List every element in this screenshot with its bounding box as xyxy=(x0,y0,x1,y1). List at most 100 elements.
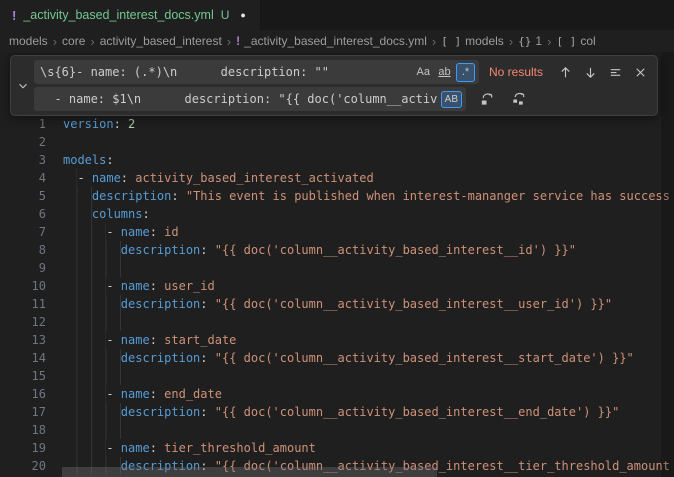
breadcrumb-item[interactable]: [ ]col xyxy=(556,34,595,48)
code-line: 2 xyxy=(0,133,674,151)
breadcrumb-label: 1 xyxy=(535,34,542,48)
line-number: 7 xyxy=(0,223,63,241)
breadcrumb-item[interactable]: models xyxy=(9,34,48,48)
replace-button[interactable] xyxy=(476,89,496,109)
code-line: 15 xyxy=(0,367,674,385)
code-line: 9 xyxy=(0,259,674,277)
horizontal-scrollbar[interactable] xyxy=(62,467,437,477)
replace-value-text: - name: $1\n description: "{{ doc('colum… xyxy=(40,92,437,106)
preserve-case-toggle[interactable]: AB xyxy=(441,91,462,108)
breadcrumb-label: core xyxy=(62,34,85,48)
line-number: 10 xyxy=(0,277,63,295)
code-line: 4- name: activity_based_interest_activat… xyxy=(0,169,674,187)
code-line-content: models: xyxy=(63,151,674,169)
code-line-content xyxy=(63,133,674,151)
tab-title: _activity_based_interest_docs.yml xyxy=(23,8,213,22)
breadcrumb: models › core › activity_based_interest › !_ac… xyxy=(0,30,674,52)
line-number: 8 xyxy=(0,241,63,259)
symbol-array-icon: [ ] xyxy=(441,35,461,48)
breadcrumb-label: activity_based_interest xyxy=(100,34,222,48)
code-line-content: description: "{{ doc('column__activity_b… xyxy=(63,295,674,313)
replace-input[interactable]: - name: $1\n description: "{{ doc('colum… xyxy=(34,87,466,111)
symbol-object-icon: {} xyxy=(518,35,531,48)
breadcrumb-label: _activity_based_interest_docs.yml xyxy=(244,34,427,48)
find-input[interactable]: \s{6}- name: (.*)\n description: "" Aa a… xyxy=(34,60,479,84)
line-number: 12 xyxy=(0,313,63,331)
breadcrumb-item[interactable]: [ ] models xyxy=(441,34,504,48)
code-line: 12 xyxy=(0,313,674,331)
modified-dot-icon[interactable]: ● xyxy=(240,10,245,20)
indent-guides xyxy=(63,439,106,457)
breadcrumb-item[interactable]: activity_based_interest xyxy=(100,34,222,48)
indent-guides xyxy=(63,313,121,331)
breadcrumb-separator: › xyxy=(90,34,94,49)
breadcrumb-separator: › xyxy=(53,34,57,49)
code-line: 6columns: xyxy=(0,205,674,223)
code-line-content: description: "{{ doc('column__activity_b… xyxy=(63,349,674,367)
regex-toggle[interactable]: .* xyxy=(456,63,475,82)
git-untracked-badge: U xyxy=(221,8,230,22)
next-match-button[interactable] xyxy=(580,62,600,82)
code-line: 18 xyxy=(0,421,674,439)
breadcrumb-item[interactable]: core xyxy=(62,34,85,48)
indent-guides xyxy=(63,421,121,439)
code-line: 8description: "{{ doc('column__activity_… xyxy=(0,241,674,259)
line-number: 9 xyxy=(0,259,63,277)
indent-guides xyxy=(63,187,92,205)
breadcrumb-label: models xyxy=(9,34,48,48)
indent-guides xyxy=(63,169,77,187)
indent-guides xyxy=(63,403,121,421)
find-replace-widget: \s{6}- name: (.*)\n description: "" Aa a… xyxy=(10,55,658,116)
find-status: No results xyxy=(489,65,543,79)
indent-guides xyxy=(63,205,92,223)
indent-guides xyxy=(63,367,121,385)
match-case-toggle[interactable]: Aa xyxy=(414,63,433,82)
breadcrumb-item[interactable]: !_activity_based_interest_docs.yml xyxy=(236,34,427,48)
previous-match-button[interactable] xyxy=(555,62,575,82)
code-line-content: - name: id xyxy=(63,223,674,241)
code-line: 3models: xyxy=(0,151,674,169)
breadcrumb-separator: › xyxy=(509,34,513,49)
line-number: 19 xyxy=(0,439,63,457)
line-number: 20 xyxy=(0,457,63,475)
code-line-content: - name: user_id xyxy=(63,277,674,295)
replace-all-button[interactable] xyxy=(508,89,528,109)
tab-activity-based-interest-docs[interactable]: ! _activity_based_interest_docs.yml U ● xyxy=(0,0,261,30)
toggle-replace-button[interactable] xyxy=(11,60,34,111)
code-line-content: - name: tier_threshold_amount xyxy=(63,439,674,457)
close-icon[interactable] xyxy=(630,62,650,82)
line-number: 1 xyxy=(0,115,63,133)
code-line: 14description: "{{ doc('column__activity… xyxy=(0,349,674,367)
breadcrumb-separator: › xyxy=(227,34,231,49)
whole-word-toggle[interactable]: ab xyxy=(435,63,454,82)
line-number: 17 xyxy=(0,403,63,421)
line-number: 14 xyxy=(0,349,63,367)
line-number: 6 xyxy=(0,205,63,223)
vscode-window: ! _activity_based_interest_docs.yml U ● … xyxy=(0,0,674,477)
code-line-content: version: 2 xyxy=(63,115,674,133)
yaml-file-icon: ! xyxy=(12,8,16,23)
breadcrumb-label: models xyxy=(465,34,504,48)
code-line-content: - name: end_date xyxy=(63,385,674,403)
code-line-content: description: "{{ doc('column__activity_b… xyxy=(63,241,674,259)
code-line-content: description: "{{ doc('column__activity_b… xyxy=(63,403,674,421)
line-number: 18 xyxy=(0,421,63,439)
indent-guides xyxy=(63,295,121,313)
indent-guides xyxy=(63,259,121,277)
line-number: 11 xyxy=(0,295,63,313)
breadcrumb-separator: › xyxy=(432,34,436,49)
code-line: 1version: 2 xyxy=(0,115,674,133)
editor[interactable]: \s{6}- name: (.*)\n description: "" Aa a… xyxy=(0,52,674,477)
find-row: \s{6}- name: (.*)\n description: "" Aa a… xyxy=(34,60,650,84)
line-number: 15 xyxy=(0,367,63,385)
line-number: 2 xyxy=(0,133,63,151)
breadcrumb-label: col xyxy=(580,34,595,48)
find-in-selection-button[interactable] xyxy=(605,62,625,82)
line-number: 4 xyxy=(0,169,63,187)
vertical-scrollbar-track[interactable] xyxy=(661,52,674,477)
find-query-text: \s{6}- name: (.*)\n description: "" xyxy=(40,65,410,79)
code-line: 16- name: end_date xyxy=(0,385,674,403)
code-line: 11description: "{{ doc('column__activity… xyxy=(0,295,674,313)
code-line-content: - name: activity_based_interest_activate… xyxy=(63,169,674,187)
breadcrumb-item[interactable]: {} 1 xyxy=(518,34,542,48)
